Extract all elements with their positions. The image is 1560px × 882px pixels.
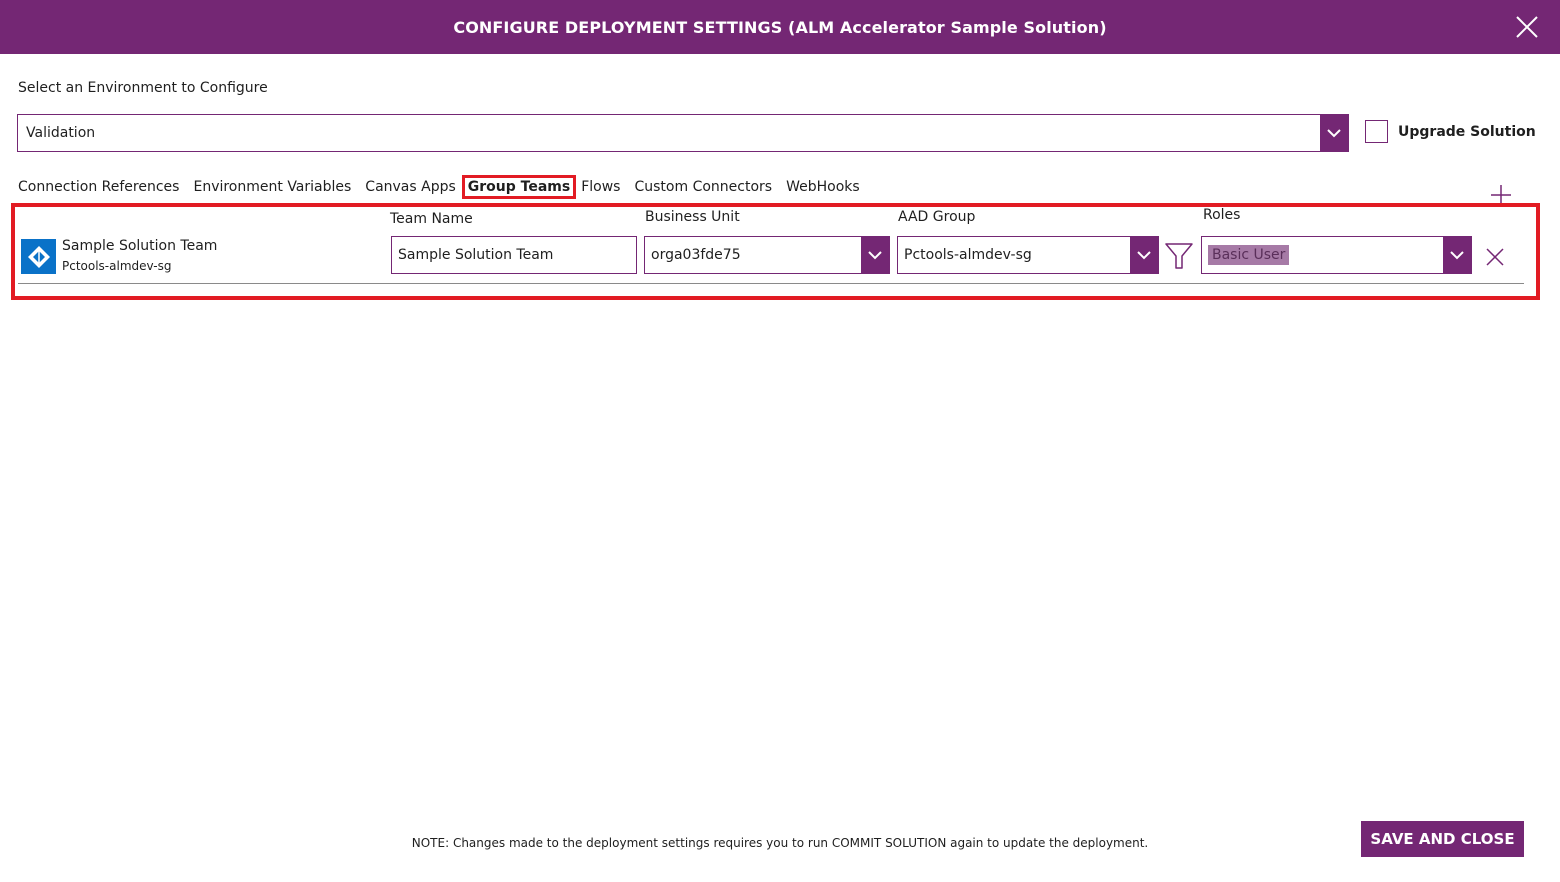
- upgrade-solution-checkbox[interactable]: [1365, 120, 1388, 143]
- business-unit-label: Business Unit: [645, 209, 740, 225]
- environment-selected-value: Validation: [26, 125, 96, 141]
- roles-dropdown-button[interactable]: [1443, 237, 1471, 273]
- environment-dropdown-button[interactable]: [1320, 115, 1348, 151]
- chevron-down-icon: [868, 251, 882, 260]
- row-divider: [18, 283, 1524, 284]
- environment-dropdown[interactable]: Validation: [17, 114, 1349, 152]
- aad-group-dropdown-button[interactable]: [1130, 237, 1158, 273]
- save-and-close-button[interactable]: SAVE AND CLOSE: [1361, 821, 1524, 857]
- chevron-down-icon: [1327, 129, 1341, 138]
- team-aad-subtitle: Pctools-almdev-sg: [62, 259, 172, 273]
- tab-webhooks[interactable]: WebHooks: [786, 179, 860, 195]
- environment-label: Select an Environment to Configure: [18, 80, 268, 96]
- close-icon: [1516, 16, 1538, 38]
- tab-group-teams[interactable]: Group Teams: [461, 175, 577, 199]
- upgrade-solution-option: Upgrade Solution: [1365, 120, 1536, 143]
- role-chip[interactable]: Basic User: [1208, 245, 1290, 265]
- tab-connection-references[interactable]: Connection References: [18, 179, 179, 195]
- team-name-label: Team Name: [390, 211, 473, 227]
- tab-canvas-apps[interactable]: Canvas Apps: [365, 179, 455, 195]
- business-unit-dropdown-button[interactable]: [861, 237, 889, 273]
- aad-group-dropdown[interactable]: Pctools-almdev-sg: [897, 236, 1159, 274]
- dialog-title: CONFIGURE DEPLOYMENT SETTINGS (ALM Accel…: [453, 17, 1107, 37]
- azure-ad-group-icon: [21, 239, 56, 274]
- dialog-header: CONFIGURE DEPLOYMENT SETTINGS (ALM Accel…: [0, 0, 1560, 54]
- team-title: Sample Solution Team: [62, 238, 218, 254]
- aad-group-value: Pctools-almdev-sg: [904, 247, 1032, 263]
- team-name-value: Sample Solution Team: [398, 247, 554, 263]
- roles-selected: Basic User: [1202, 245, 1443, 265]
- footer-note-text: NOTE: Changes made to the deployment set…: [411, 836, 1149, 850]
- team-name-input[interactable]: Sample Solution Team: [391, 236, 637, 274]
- business-unit-value: orga03fde75: [651, 247, 741, 263]
- tab-flows[interactable]: Flows: [581, 179, 620, 195]
- upgrade-solution-label: Upgrade Solution: [1398, 123, 1536, 140]
- tab-custom-connectors[interactable]: Custom Connectors: [634, 179, 772, 195]
- filter-aad-groups-button[interactable]: [1163, 240, 1195, 272]
- remove-group-team-button[interactable]: [1484, 246, 1506, 268]
- close-button[interactable]: [1514, 14, 1540, 40]
- filter-icon: [1165, 243, 1193, 269]
- chevron-down-icon: [1137, 251, 1151, 260]
- chevron-down-icon: [1450, 251, 1464, 260]
- aad-group-label: AAD Group: [898, 209, 976, 225]
- roles-label: Roles: [1203, 207, 1241, 223]
- settings-tabs: Connection References Environment Variab…: [18, 175, 874, 199]
- roles-dropdown[interactable]: Basic User: [1201, 236, 1472, 274]
- footer-note: NOTE: Changes made to the deployment set…: [0, 836, 1560, 850]
- close-icon: [1486, 248, 1504, 266]
- tab-environment-variables[interactable]: Environment Variables: [193, 179, 351, 195]
- business-unit-dropdown[interactable]: orga03fde75: [644, 236, 890, 274]
